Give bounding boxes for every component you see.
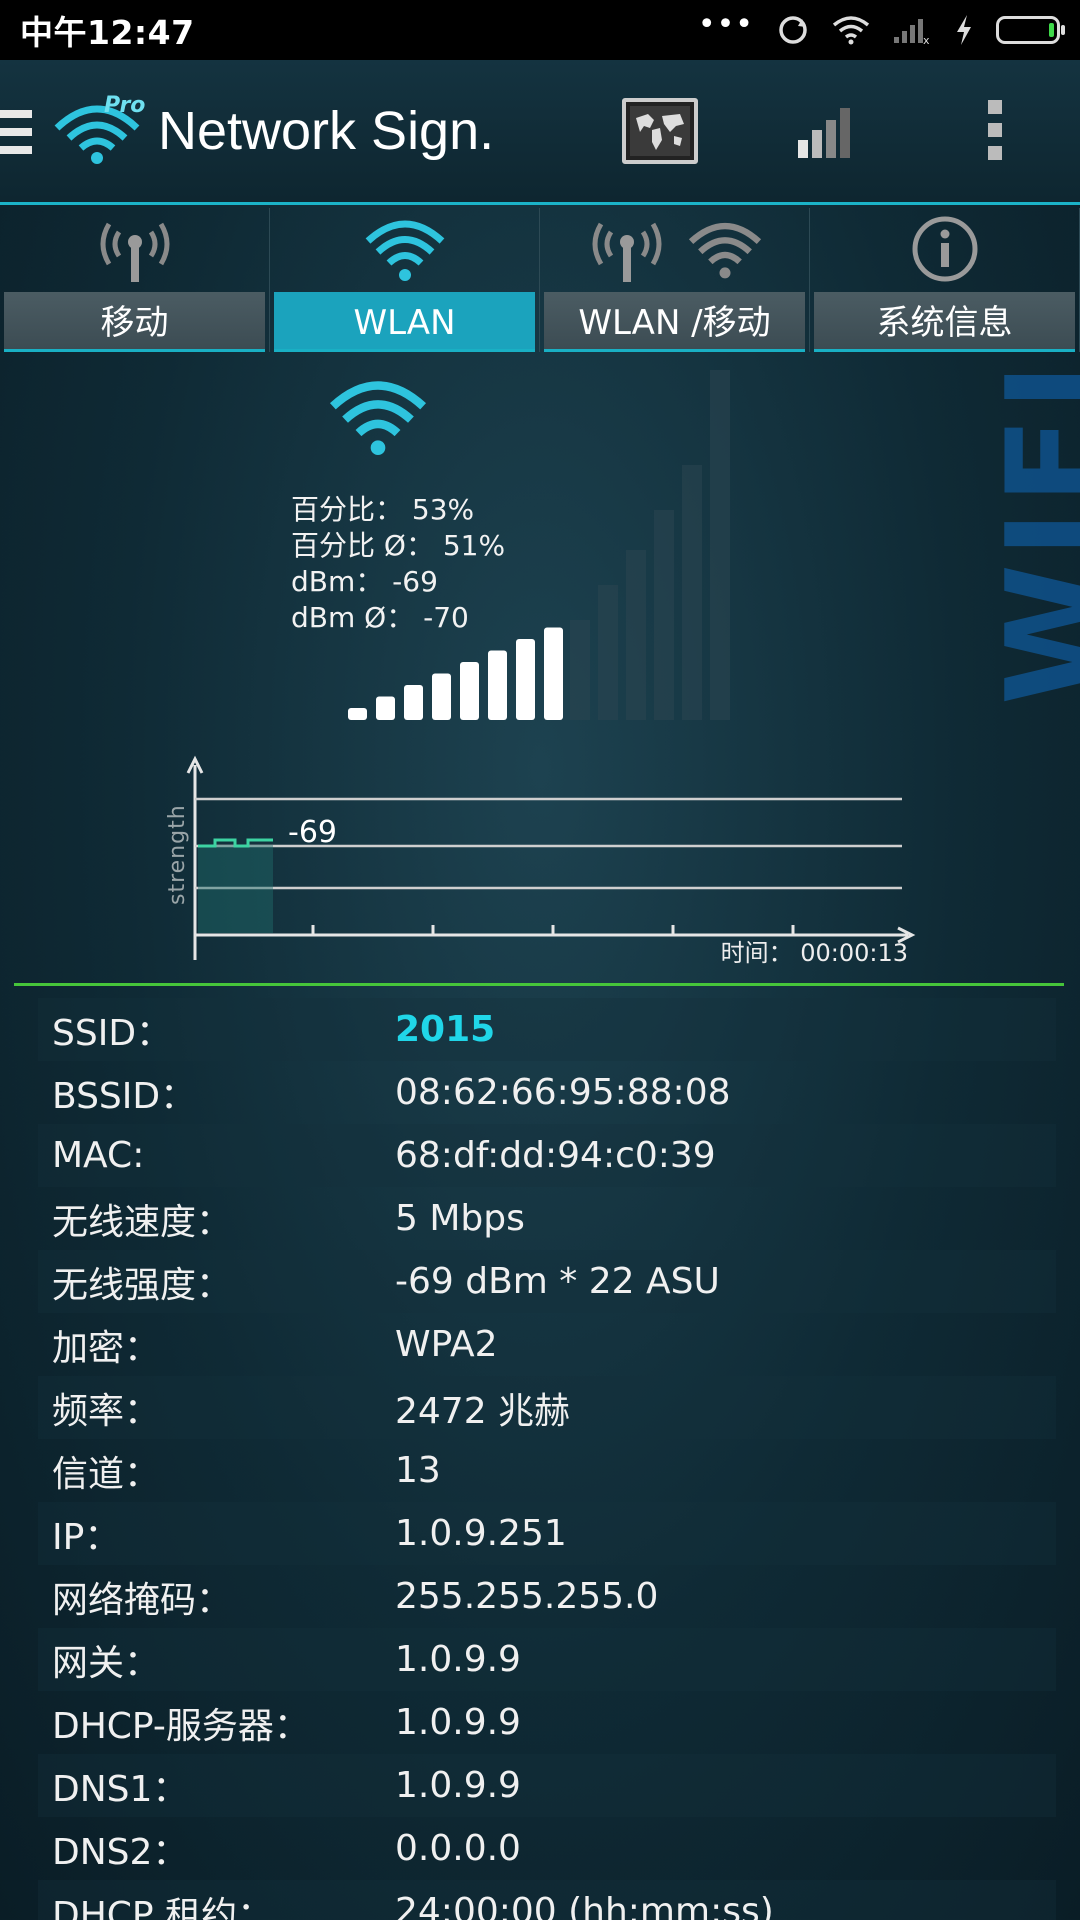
signal-bars xyxy=(348,627,563,720)
wifi-gray-icon xyxy=(688,222,761,279)
info-value: 1.0.9.9 xyxy=(395,1702,521,1743)
info-value: 255.255.255.0 xyxy=(395,1576,659,1617)
info-value: 0.0.0.0 xyxy=(395,1828,521,1869)
info-key: DNS2： xyxy=(52,1831,189,1873)
tab-system-info[interactable]: 系统信息 xyxy=(810,208,1080,352)
percent-line: 百分比： 53% xyxy=(291,493,475,526)
app-bar: Pro Network Sign. xyxy=(0,60,1080,205)
tab-label: 系统信息 xyxy=(814,292,1075,352)
info-row: SSID： 2015 xyxy=(38,998,1056,1061)
signal-bar xyxy=(544,627,563,720)
cell-tower-icon xyxy=(100,222,169,282)
signal-bar xyxy=(516,639,535,720)
wifi-signal-icon xyxy=(329,381,427,456)
tab-bar: 移动 WLAN WLAN /移动 系统信息 xyxy=(0,208,1080,352)
info-key: 无线速度： xyxy=(52,1201,233,1243)
tab-mobile[interactable]: 移动 xyxy=(0,208,270,352)
app-logo-badge: Pro xyxy=(104,93,145,118)
signal-graph: strength -69 时间： 00:00:13 xyxy=(160,755,920,970)
info-value: 24:00:00 (hh:mm:ss) xyxy=(395,1891,774,1920)
menu-icon[interactable] xyxy=(0,110,32,164)
info-value: 13 xyxy=(395,1450,441,1491)
info-row: 网络掩码： 255.255.255.0 xyxy=(38,1565,1056,1628)
info-key: DNS1： xyxy=(52,1768,189,1810)
info-key: 频率： xyxy=(52,1390,161,1432)
graph-y-label: strength xyxy=(165,804,190,905)
graph-current-value: -69 xyxy=(288,815,337,850)
info-value: 1.0.9.9 xyxy=(395,1639,521,1680)
tab-wlan[interactable]: WLAN xyxy=(270,208,540,352)
signal-strength-button[interactable] xyxy=(796,104,856,160)
info-row: MAC: 68:df:dd:94:c0:39 xyxy=(38,1124,1056,1187)
charging-icon xyxy=(957,15,971,45)
map-button[interactable] xyxy=(622,98,698,164)
tab-wlan-mobile[interactable]: WLAN /移动 xyxy=(540,208,810,352)
info-row: 无线强度： -69 dBm * 22 ASU xyxy=(38,1250,1056,1313)
wifi-info-table: SSID： 2015 BSSID： 08:62:66:95:88:08 MAC: 68:d… xyxy=(38,998,1056,1920)
info-row: DNS1： 1.0.9.9 xyxy=(38,1754,1056,1817)
info-key: DHCP 租约： xyxy=(52,1894,274,1920)
dbm-line: dBm： -69 xyxy=(291,565,438,598)
svg-text:x: x xyxy=(923,34,930,45)
graph-time-label: 时间： 00:00:13 xyxy=(720,939,908,967)
info-value: WPA2 xyxy=(395,1324,498,1365)
cell-signal-icon: x xyxy=(894,19,930,45)
overflow-menu-icon[interactable] xyxy=(988,100,1006,169)
ssid-value: 2015 xyxy=(395,1009,496,1050)
app-title: Network Sign. xyxy=(158,101,495,161)
signal-bar xyxy=(376,696,395,720)
info-key: 网关： xyxy=(52,1642,161,1684)
info-row: IP： 1.0.9.251 xyxy=(38,1502,1056,1565)
info-key: 网络掩码： xyxy=(52,1579,233,1621)
section-divider xyxy=(14,983,1064,986)
signal-bar xyxy=(488,650,507,720)
info-row: 无线速度： 5 Mbps xyxy=(38,1187,1056,1250)
wifi-status-icon xyxy=(832,16,870,45)
info-value: 1.0.9.9 xyxy=(395,1765,521,1806)
tab-label: WLAN xyxy=(274,292,535,352)
signal-stats: 百分比： 53% 百分比 Ø： 51% dBm： -69 dBm Ø： -70 xyxy=(291,492,505,636)
world-map-icon xyxy=(630,106,690,156)
info-row: 网关： 1.0.9.9 xyxy=(38,1628,1056,1691)
info-row: BSSID： 08:62:66:95:88:08 xyxy=(38,1061,1056,1124)
info-key: IP： xyxy=(52,1516,121,1558)
more-notifications-icon: ••• xyxy=(697,6,754,42)
info-key: 加密： xyxy=(52,1327,161,1369)
info-row: 信道： 13 xyxy=(38,1439,1056,1502)
status-time: 中午12:47 xyxy=(20,13,195,52)
info-value: 08:62:66:95:88:08 xyxy=(395,1072,731,1113)
app-logo-icon: Pro xyxy=(54,93,145,164)
info-row: DHCP-服务器： 1.0.9.9 xyxy=(38,1691,1056,1754)
info-key: DHCP-服务器： xyxy=(52,1705,310,1747)
info-key: 信道： xyxy=(52,1453,161,1495)
info-value: 68:df:dd:94:c0:39 xyxy=(395,1135,716,1176)
info-value: 1.0.9.251 xyxy=(395,1513,567,1554)
signal-bar xyxy=(460,662,479,720)
info-value: 2472 兆赫 xyxy=(395,1390,571,1432)
signal-bar xyxy=(404,685,423,720)
info-value: -69 dBm * 22 ASU xyxy=(395,1261,720,1302)
info-key: 无线强度： xyxy=(52,1264,233,1306)
status-bar: 中午12:47 ••• x xyxy=(0,0,1080,60)
signal-bar xyxy=(432,673,451,720)
info-row: 加密： WPA2 xyxy=(38,1313,1056,1376)
info-value: 5 Mbps xyxy=(395,1198,525,1239)
info-key: BSSID： xyxy=(52,1075,197,1117)
info-row: DNS2： 0.0.0.0 xyxy=(38,1817,1056,1880)
info-key: SSID： xyxy=(52,1012,173,1054)
signal-bar xyxy=(348,708,367,720)
info-row: DHCP 租约： 24:00:00 (hh:mm:ss) xyxy=(38,1880,1056,1920)
sync-icon xyxy=(779,16,807,44)
tab-label: WLAN /移动 xyxy=(544,292,805,352)
battery-icon xyxy=(996,16,1065,44)
wifi-watermark: WIFI xyxy=(980,357,1080,705)
percent-avg-line: 百分比 Ø： 51% xyxy=(291,529,506,562)
cell-tower-icon xyxy=(592,222,661,282)
tab-label: 移动 xyxy=(4,292,265,352)
info-row: 频率： 2472 兆赫 xyxy=(38,1376,1056,1439)
wifi-icon xyxy=(365,220,444,281)
info-icon xyxy=(912,216,977,282)
info-key: MAC: xyxy=(52,1135,145,1176)
